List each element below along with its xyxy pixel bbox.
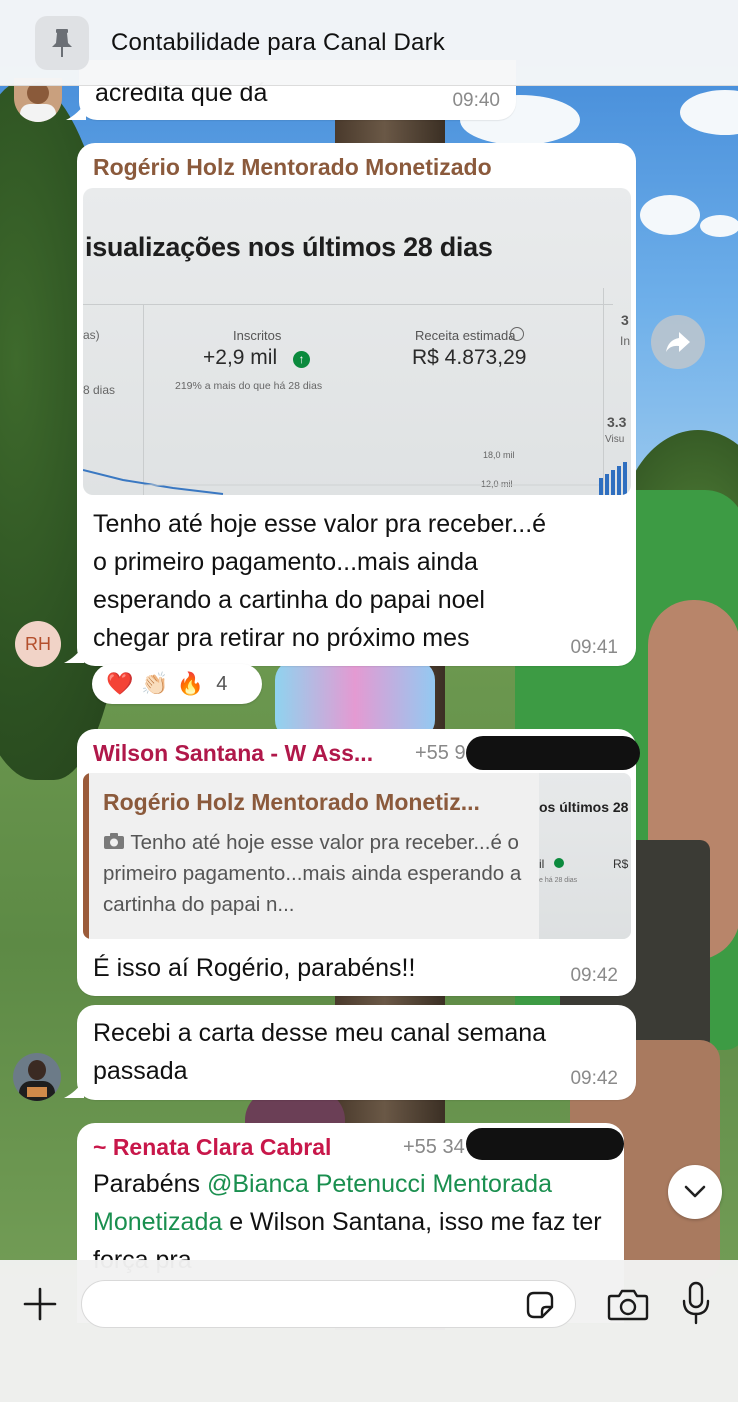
redaction-mark — [466, 736, 640, 770]
fire-icon: 🔥 — [176, 671, 205, 696]
bubble-tail — [64, 1080, 84, 1098]
avatar-initials: RH — [25, 633, 51, 654]
message-text: Recebi a carta desse meu canal semana pa… — [93, 1019, 547, 1085]
microphone-icon — [682, 1281, 710, 1325]
avatar[interactable]: RH — [15, 621, 61, 667]
sender-name[interactable]: Wilson Santana - W Ass... — [93, 740, 373, 767]
clapping-hands-icon: 👏🏻 — [141, 671, 169, 696]
heart-icon: ❤️ — [106, 671, 134, 696]
microphone-button[interactable] — [676, 1280, 716, 1326]
message-bubble[interactable]: Recebi a carta desse meu canal semana pa… — [77, 1005, 636, 1100]
message-input[interactable] — [81, 1280, 576, 1328]
image-right-value-1: 3 — [621, 312, 629, 328]
forward-button[interactable] — [651, 315, 705, 369]
chevron-down-icon — [684, 1185, 706, 1198]
avatar-face — [28, 1060, 46, 1080]
attach-button[interactable] — [20, 1284, 60, 1324]
message-time: 09:42 — [570, 1068, 618, 1089]
plus-icon — [23, 1287, 57, 1321]
message-reactions[interactable]: ❤️ 👏🏻 🔥 4 — [92, 664, 262, 704]
pinned-chat-header[interactable]: Contabilidade para Canal Dark — [0, 0, 738, 86]
arrow-up-icon — [554, 858, 564, 868]
sticker-button[interactable] — [522, 1287, 558, 1323]
image-title: isualizações nos últimos 28 dias — [85, 232, 493, 262]
wallpaper-cloud — [700, 215, 738, 237]
quote-sender: Rogério Holz Mentorado Monetiz... — [103, 789, 480, 815]
image-receita-value: R$ 4.873,29 — [412, 346, 527, 369]
reaction-count: 4 — [216, 672, 228, 695]
redaction-mark — [466, 1128, 624, 1160]
sticker-icon — [526, 1291, 554, 1319]
scroll-to-bottom-button[interactable] — [668, 1165, 722, 1219]
image-left-label: as) — [83, 328, 100, 342]
thumb-title: os últimos 28 — [539, 799, 629, 815]
message-time: 09:42 — [570, 965, 618, 986]
quoted-message[interactable]: Rogério Holz Mentorado Monetiz... Tenho … — [83, 773, 631, 939]
quote-text-content: Tenho até hoje esse valor pra receber...… — [103, 831, 522, 916]
message-time: 09:40 — [452, 90, 500, 111]
image-inscritos-value: +2,9 mil — [203, 346, 278, 369]
sender-name[interactable]: Rogério Holz Mentorado Monetizado — [93, 154, 492, 181]
quote-bar — [83, 773, 89, 939]
image-inscritos-sub: 219% a mais do que há 28 dias — [175, 380, 323, 392]
image-inscritos-label: Inscritos — [233, 328, 282, 343]
image-receita-label: Receita estimada — [415, 328, 516, 343]
sender-name[interactable]: ~ Renata Clara Cabral — [93, 1134, 331, 1161]
wallpaper-cloud — [640, 195, 700, 235]
quote-text: Tenho até hoje esse valor pra receber...… — [103, 827, 523, 920]
thumb-right: R$ — [613, 857, 629, 871]
message-input-bar — [0, 1260, 738, 1402]
camera-icon — [607, 1289, 649, 1321]
arrow-up-icon: ↑ — [293, 351, 310, 368]
avatar-detail — [27, 1087, 47, 1097]
info-icon — [510, 327, 524, 341]
bubble-tail — [64, 645, 84, 663]
message-text-part: Parabéns — [93, 1170, 207, 1198]
camera-button[interactable] — [606, 1284, 650, 1324]
message-image[interactable]: isualizações nos últimos 28 dias as) 8 d… — [83, 188, 631, 495]
avatar[interactable] — [13, 1053, 61, 1101]
quote-thumbnail: os últimos 28 il R$ e há 28 dias — [539, 773, 631, 939]
image-right-label-2: Visu — [605, 434, 625, 445]
message-text: Tenho até hoje esse valor pra receber...… — [93, 510, 547, 652]
image-left-sub: 8 dias — [83, 383, 116, 397]
chat-title[interactable]: Contabilidade para Canal Dark — [111, 29, 445, 57]
camera-icon — [104, 833, 124, 849]
image-divider — [83, 304, 613, 305]
thumb-sub: e há 28 dias — [539, 877, 578, 884]
wallpaper-colored-shirt — [275, 660, 435, 740]
forward-icon — [666, 332, 690, 352]
pin-icon[interactable] — [35, 15, 89, 70]
bubble-tail — [66, 102, 86, 120]
image-right-value-2: 3.3 — [607, 414, 627, 430]
message-text: É isso aí Rogério, parabéns!! — [93, 954, 416, 982]
message-bubble[interactable]: Rogério Holz Mentorado Monetizado isuali… — [77, 143, 636, 666]
image-chart-lines — [83, 462, 627, 495]
image-right-label-1: In — [620, 334, 631, 348]
message-time: 09:41 — [570, 637, 618, 658]
sender-phone: +55 34 — [403, 1136, 465, 1158]
thumb-value: il — [539, 857, 545, 871]
avatar-shirt — [20, 104, 56, 122]
